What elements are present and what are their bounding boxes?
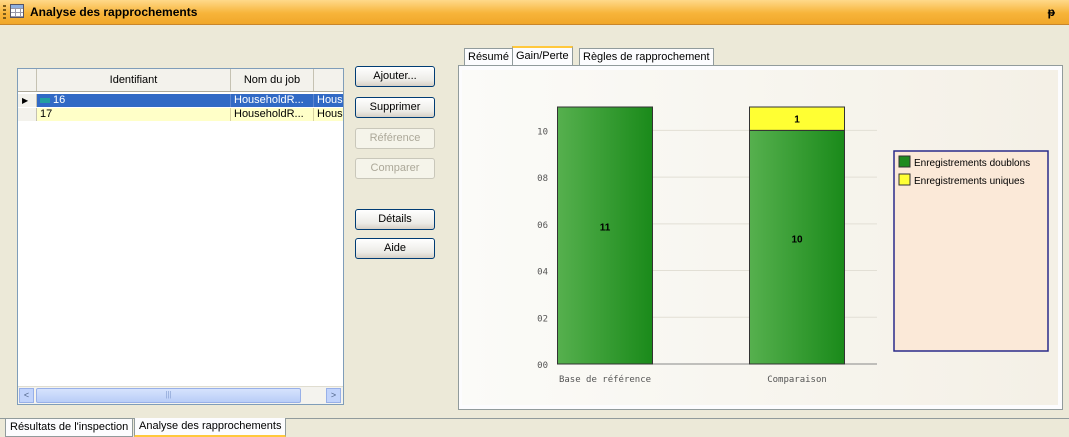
y-tick-label: 00 [537,361,548,371]
details-button[interactable]: Détails [355,209,435,230]
row-header-corner [18,69,37,91]
scroll-left-icon[interactable]: < [19,388,34,403]
column-header-nom-du-job[interactable]: Nom du job [231,69,314,91]
results-grid[interactable]: Identifiant Nom du job ▶ 16 HouseholdR..… [17,68,344,405]
scroll-right-icon[interactable]: > [326,388,341,403]
column-header-identifiant[interactable]: Identifiant [37,69,231,91]
compare-button[interactable]: Comparer [355,158,435,179]
bar-doublons [557,106,653,365]
horizontal-scrollbar[interactable]: < ||| > [18,386,343,404]
legend-label: Enregistrements uniques [914,176,1025,187]
add-button[interactable]: Ajouter... [355,66,435,87]
grid-header: Identifiant Nom du job [18,69,343,92]
table-icon [10,4,24,18]
drag-grip-icon[interactable] [3,5,6,19]
cell-extra[interactable]: Hous [314,94,343,107]
table-row[interactable]: ▶ 16 HouseholdR... Hous [18,94,343,107]
x-tick-label: Base de référence [559,374,651,385]
y-tick-label: 08 [537,174,548,184]
tab-gain-perte[interactable]: Gain/Perte [512,46,573,66]
tab-resume[interactable]: Résumé [464,48,513,65]
data-label: 10 [791,235,803,246]
data-label: 1 [794,115,800,126]
delete-button[interactable]: Supprimer [355,97,435,118]
y-tick-label: 04 [537,268,548,278]
cell-nom-du-job[interactable]: HouseholdR... [231,108,314,121]
y-tick-label: 06 [537,221,548,231]
y-tick-label: 10 [537,127,548,137]
scrollbar-thumb[interactable]: ||| [36,388,301,403]
window-title: Analyse des rapprochements [30,5,198,19]
cell-identifiant[interactable]: 17 [37,108,231,121]
gain-perte-chart: 00 02 04 06 08 10 11 Base de référence 10 1 Compar… [462,70,1058,405]
window-title-bar: Analyse des rapprochements ᵽ [0,0,1069,25]
row-header[interactable]: ▶ [18,94,37,107]
help-button[interactable]: Aide [355,238,435,259]
legend-label: Enregistrements doublons [914,158,1030,169]
current-row-arrow-icon: ▶ [22,96,29,105]
tab-regles-de-rapprochement[interactable]: Règles de rapprochement [579,48,714,65]
table-row[interactable]: 17 HouseholdR... Hous [18,108,343,121]
bar-doublons [749,129,845,365]
bottom-tab-strip: Résultats de l'inspection Analyse des ra… [0,418,1069,437]
cell-nom-du-job[interactable]: HouseholdR... [231,94,314,107]
cell-identifiant[interactable]: 16 [37,94,231,107]
x-tick-label: Comparaison [767,375,827,385]
legend-swatch [898,155,911,168]
row-header[interactable] [18,108,37,121]
identifiant-value: 16 [53,94,66,106]
tab-resultats-inspection[interactable]: Résultats de l'inspection [5,419,134,437]
reference-button[interactable]: Référence [355,128,435,149]
data-label: 11 [600,222,611,233]
y-tick-label: 02 [537,314,548,324]
record-icon [40,97,50,103]
cell-extra[interactable]: Hous [314,108,343,121]
pin-icon[interactable]: ᵽ [1048,5,1055,19]
legend-swatch [898,173,911,186]
tab-analyse-rapprochements[interactable]: Analyse des rapprochements [134,418,287,437]
